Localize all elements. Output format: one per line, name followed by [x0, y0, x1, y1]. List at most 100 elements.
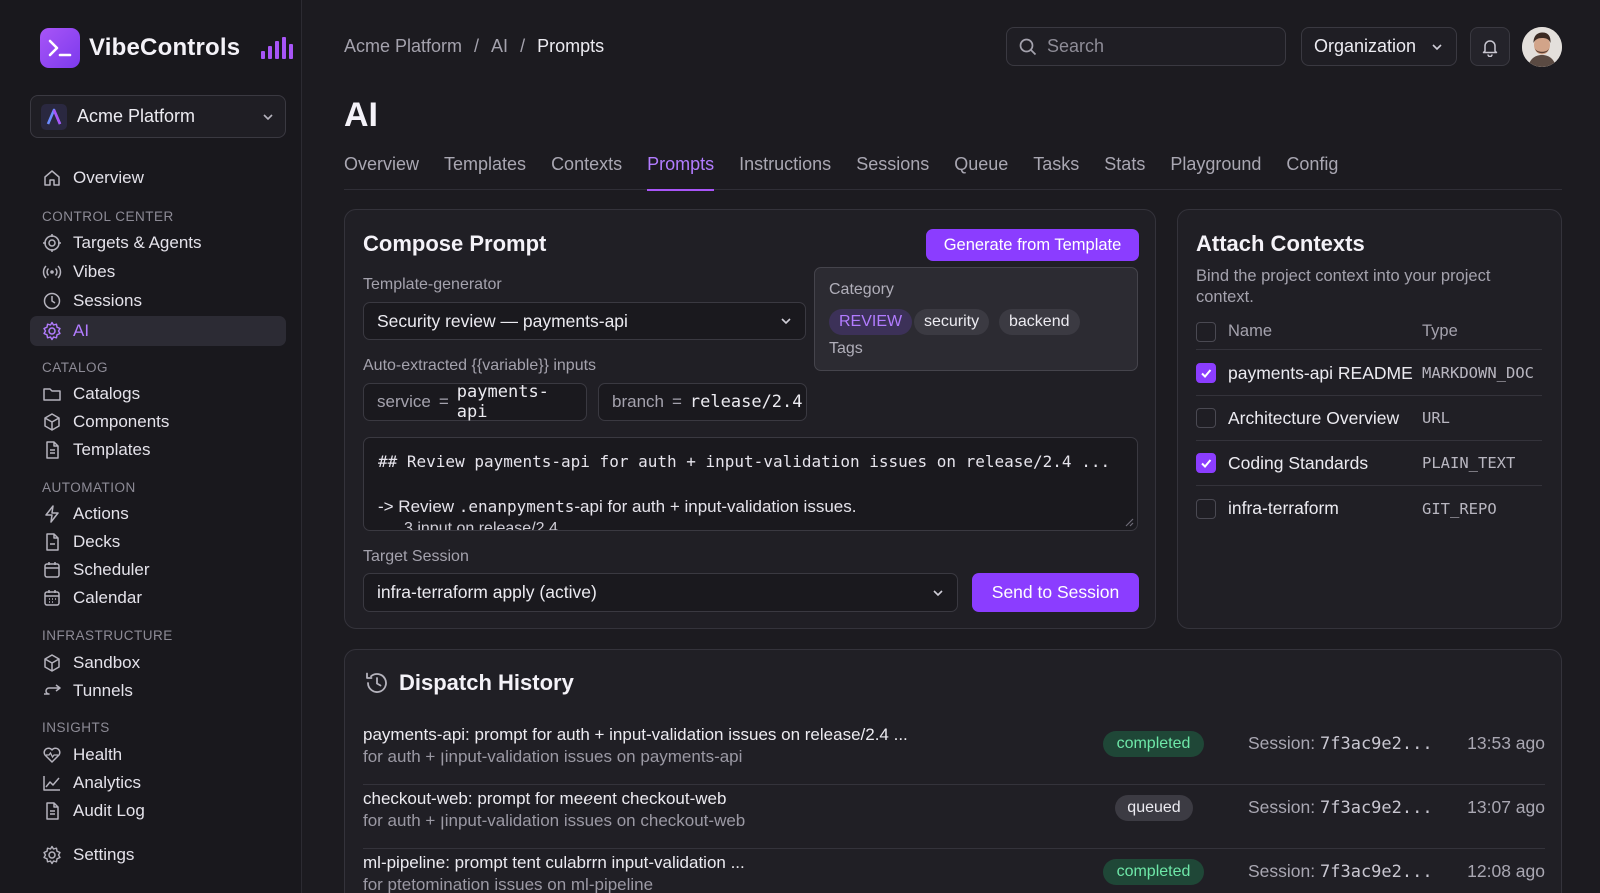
table-row[interactable]: infra-terraform GIT_REPO — [1196, 486, 1542, 531]
send-to-session-button[interactable]: Send to Session — [972, 573, 1139, 612]
section-insights: INSIGHTS — [42, 720, 110, 735]
tag-security[interactable]: security — [914, 309, 990, 335]
table-row[interactable]: payments-api README MARKDOWN_DOC — [1196, 351, 1542, 396]
avatar[interactable] — [1522, 27, 1562, 67]
search-input[interactable]: Search — [1006, 27, 1286, 66]
sidebar-item-vibes[interactable]: Vibes — [30, 257, 286, 287]
tab-config[interactable]: Config — [1286, 154, 1338, 190]
table-row[interactable]: payments-api: prompt for auth + input-va… — [363, 723, 1545, 785]
template-generator-label: Template-generator — [363, 276, 502, 293]
sidebar-item-scheduler[interactable]: Scheduler — [30, 555, 286, 585]
tag-review[interactable]: REVIEW — [829, 309, 913, 335]
page-title: AI — [344, 96, 378, 134]
table-row[interactable]: Architecture Overview URL — [1196, 396, 1542, 441]
sidebar-item-health[interactable]: Health — [30, 740, 286, 770]
prompt-editor[interactable]: ## Review payments-api for auth + input-… — [363, 437, 1138, 531]
breadcrumb-item-ai[interactable]: AI — [491, 36, 508, 57]
column-header-name: Name — [1228, 322, 1273, 340]
sidebar-item-settings[interactable]: Settings — [30, 840, 286, 870]
section-automation: AUTOMATION — [42, 480, 136, 495]
brand[interactable]: VibeControls — [40, 28, 294, 68]
tab-prompts[interactable]: Prompts — [647, 154, 715, 191]
row-checkbox[interactable] — [1196, 498, 1216, 519]
dispatch-subtitle: for auth + ꞁinput-validation issues on p… — [363, 747, 743, 766]
session-id[interactable]: 7f3ac9e2... — [1320, 734, 1433, 754]
sidebar-item-label: Vibes — [73, 262, 116, 281]
editor-line-code: .enanpyments — [458, 497, 575, 516]
home-icon — [44, 170, 60, 186]
sidebar-item-ai[interactable]: AI — [30, 316, 286, 346]
editor-line-prefix: -> Review — [378, 497, 459, 516]
breadcrumb-separator: / — [474, 36, 480, 56]
editor-line-heading: ## Review payments-api for auth + input-… — [378, 452, 1111, 471]
notifications-button[interactable] — [1470, 27, 1510, 66]
chevron-down-icon — [933, 589, 943, 596]
generate-from-template-button[interactable]: Generate from Template — [926, 229, 1139, 261]
chart-line-icon — [43, 776, 60, 791]
dispatch-subtitle: for ptetomination issues on ml-pipeline — [363, 875, 654, 893]
target-session-label: Target Session — [363, 548, 469, 565]
select-all-checkbox[interactable] — [1196, 321, 1216, 342]
tunnel-icon — [44, 684, 61, 695]
broadcast-icon — [42, 265, 62, 279]
file-icon — [46, 802, 59, 820]
sidebar-item-sandbox[interactable]: Sandbox — [30, 648, 286, 678]
breadcrumb-item-workspace[interactable]: Acme Platform — [344, 36, 462, 57]
row-checkbox[interactable] — [1196, 363, 1216, 383]
sidebar-item-sessions[interactable]: Sessions — [30, 286, 286, 316]
variable-name: branch — [612, 392, 664, 411]
tag-backend[interactable]: backend — [999, 309, 1080, 335]
status-badge: completed — [1103, 731, 1204, 757]
calendar-icon — [44, 562, 60, 578]
workspace-switcher[interactable]: Acme Platform — [30, 95, 286, 138]
session-id[interactable]: 7f3ac9e2... — [1320, 862, 1433, 882]
target-session-select[interactable]: infra-terraform apply (active) — [363, 573, 958, 612]
table-row[interactable]: checkout-web: prompt for meℯent checkout… — [363, 787, 1545, 849]
variable-service-input[interactable]: service = payments-api — [363, 382, 587, 422]
tab-playground[interactable]: Playground — [1170, 154, 1261, 190]
template-generator-select[interactable]: Security review — payments-api — [363, 302, 806, 340]
sidebar-item-overview[interactable]: Overview — [30, 163, 286, 193]
table-row[interactable]: Coding Standards PLAIN_TEXT — [1196, 441, 1542, 486]
variable-branch-input[interactable]: branch = release/2.4 — [598, 383, 807, 421]
sidebar-item-label: Settings — [73, 845, 135, 864]
table-row[interactable]: ml-pipeline: prompt tent culabrrn input-… — [363, 851, 1545, 893]
sidebar-item-templates[interactable]: Templates — [30, 435, 286, 465]
context-type: MARKDOWN_DOC — [1422, 364, 1534, 382]
tab-queue[interactable]: Queue — [954, 154, 1008, 190]
dispatch-title: checkout-web: prompt for meℯent checkout… — [363, 789, 727, 808]
gear-icon — [43, 321, 61, 341]
row-checkbox[interactable] — [1196, 453, 1216, 473]
dispatch-session: Session: 7f3ac9e2... — [1248, 861, 1433, 882]
resize-handle-icon[interactable] — [1124, 517, 1134, 527]
category-tags-popover: Category REVIEW security backend Tags — [814, 267, 1138, 371]
sidebar-item-label: Templates — [73, 440, 151, 459]
sidebar-item-catalogs[interactable]: Catalogs — [30, 379, 286, 409]
tab-tasks[interactable]: Tasks — [1033, 154, 1079, 190]
gear-icon — [43, 845, 61, 865]
organization-select[interactable]: Organization — [1301, 27, 1457, 66]
sidebar-item-audit-log[interactable]: Audit Log — [30, 796, 286, 826]
sidebar-item-calendar[interactable]: Calendar — [30, 583, 286, 613]
chevron-down-icon — [263, 113, 273, 120]
tab-contexts[interactable]: Contexts — [551, 154, 622, 190]
bell-icon — [1482, 39, 1498, 57]
sidebar-item-decks[interactable]: Decks — [30, 527, 286, 557]
variable-equals: = — [671, 392, 682, 411]
sidebar-item-tunnels[interactable]: Tunnels — [30, 676, 286, 706]
sidebar-item-actions[interactable]: Actions — [30, 499, 286, 529]
tab-stats[interactable]: Stats — [1104, 154, 1145, 190]
sidebar-item-components[interactable]: Components — [30, 407, 286, 437]
tab-overview[interactable]: Overview — [344, 154, 419, 190]
status-badge: queued — [1115, 795, 1193, 821]
variable-equals: = — [438, 392, 449, 411]
editor-line-overflow: 3 input on release/2.4 — [404, 520, 558, 531]
sidebar-item-targets-agents[interactable]: Targets & Agents — [30, 228, 286, 258]
breadcrumb-item-current: Prompts — [537, 36, 605, 56]
tab-sessions[interactable]: Sessions — [856, 154, 929, 190]
tab-templates[interactable]: Templates — [444, 154, 526, 190]
sidebar-item-analytics[interactable]: Analytics — [30, 768, 286, 798]
row-checkbox[interactable] — [1196, 408, 1216, 428]
session-id[interactable]: 7f3ac9e2... — [1320, 798, 1433, 818]
tab-instructions[interactable]: Instructions — [739, 154, 831, 190]
